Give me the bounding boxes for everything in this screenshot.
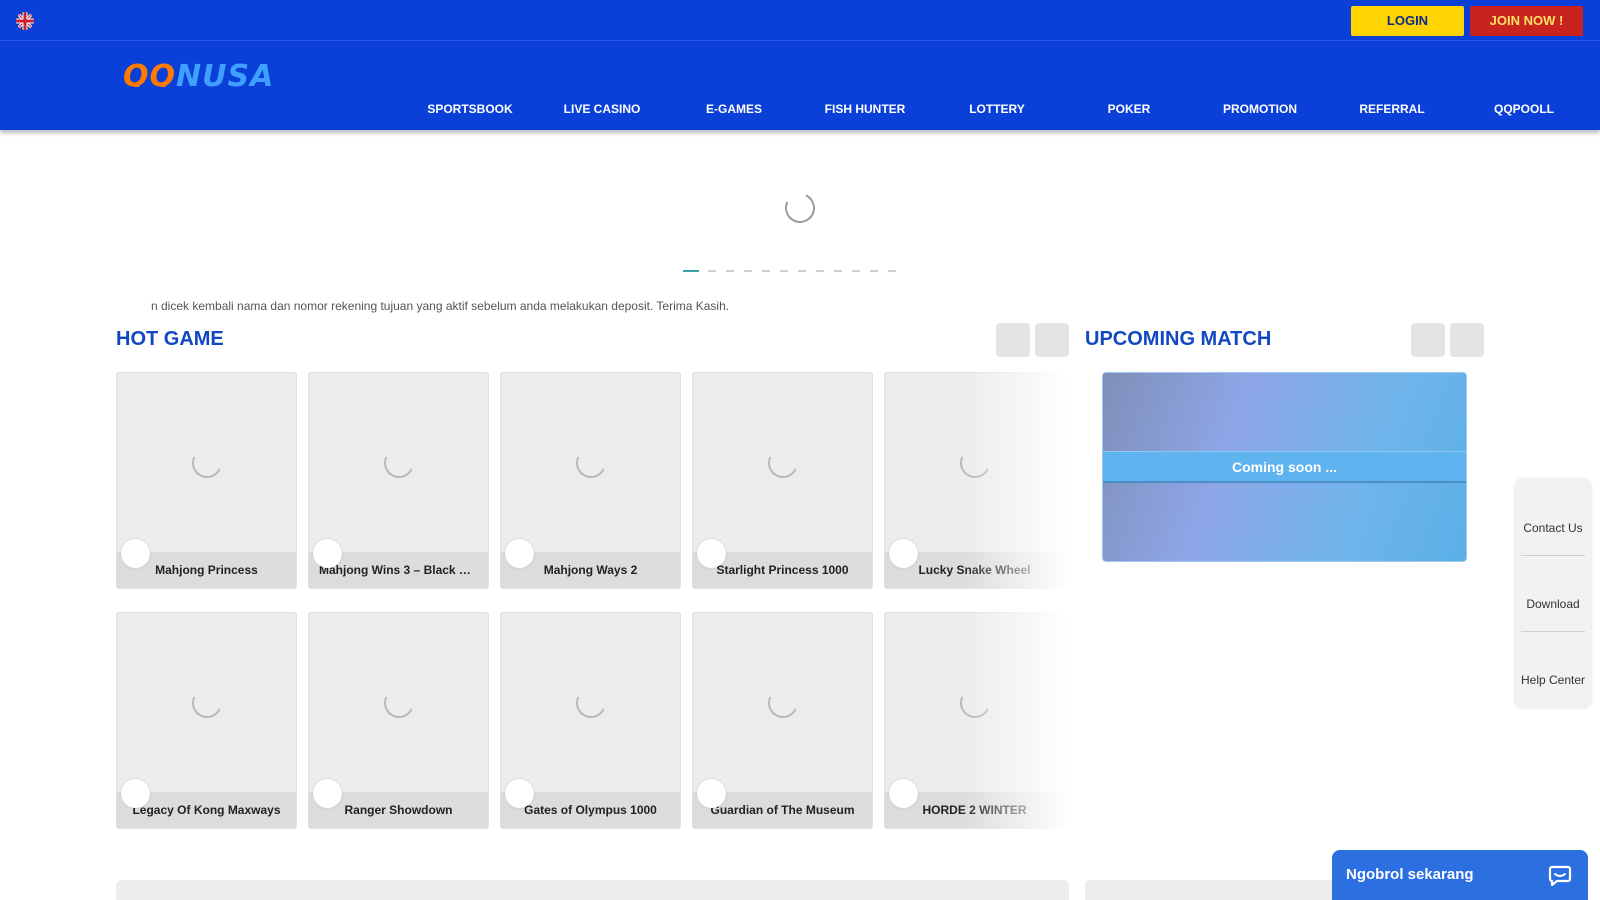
nav-item-qqpooll[interactable]: QQPOOLL xyxy=(1458,102,1590,116)
chat-label: Ngobrol sekarang xyxy=(1346,866,1474,883)
game-card[interactable]: Mahjong Wins 3 – Black Scatter xyxy=(308,372,489,589)
side-item-download[interactable]: Download xyxy=(1515,555,1591,631)
game-card[interactable]: Legacy Of Kong Maxways xyxy=(116,612,297,829)
loading-spinner xyxy=(955,443,995,483)
hot-game-prev-button[interactable] xyxy=(996,323,1030,357)
hot-game-next-button[interactable] xyxy=(1035,323,1069,357)
banner-loading-spinner xyxy=(780,188,820,228)
banner-dot[interactable] xyxy=(762,270,770,272)
upcoming-match-title: UPCOMING MATCH xyxy=(1085,328,1272,350)
banner-dot[interactable] xyxy=(683,270,699,272)
upcoming-match-next-button[interactable] xyxy=(1450,323,1484,357)
provider-badge xyxy=(505,779,534,808)
loading-spinner xyxy=(763,443,803,483)
logo-text-nusa: NUSA xyxy=(176,63,275,87)
loading-spinner xyxy=(955,683,995,723)
provider-badge xyxy=(121,779,150,808)
login-button[interactable]: LOGIN xyxy=(1351,6,1464,36)
banner-dot[interactable] xyxy=(888,270,896,272)
loading-spinner xyxy=(571,443,611,483)
top-bar: LOGIN JOIN NOW ! xyxy=(0,0,1600,41)
side-item-label: Download xyxy=(1526,597,1580,611)
game-card[interactable]: Mahjong Ways 2 xyxy=(500,372,681,589)
announcement-marquee: n dicek kembali nama dan nomor rekening … xyxy=(151,299,730,313)
loading-spinner xyxy=(379,443,419,483)
site-logo[interactable]: QQNUSA xyxy=(123,63,295,87)
nav-item-live-casino[interactable]: LIVE CASINO xyxy=(536,102,668,116)
nav-item-poker[interactable]: POKER xyxy=(1063,102,1195,116)
live-chat-widget[interactable]: Ngobrol sekarang xyxy=(1332,850,1588,900)
coming-soon-text: Coming soon ... xyxy=(1103,451,1466,483)
game-card[interactable]: Mahjong Princess xyxy=(116,372,297,589)
provider-badge xyxy=(505,539,534,568)
nav-item-fish-hunter[interactable]: FISH HUNTER xyxy=(799,102,931,116)
banner-dot[interactable] xyxy=(816,270,824,272)
join-now-button[interactable]: JOIN NOW ! xyxy=(1470,6,1583,36)
banner-dot[interactable] xyxy=(744,270,752,272)
uk-flag-icon[interactable] xyxy=(16,12,34,30)
chat-bubble-icon xyxy=(1548,863,1572,887)
game-card[interactable]: Starlight Princess 1000 xyxy=(692,372,873,589)
game-card[interactable]: Gates of Olympus 1000 xyxy=(500,612,681,829)
banner-dot[interactable] xyxy=(852,270,860,272)
game-card[interactable]: Lucky Snake Wheel xyxy=(884,372,1065,589)
logo-text-qq: QQ xyxy=(123,63,177,87)
provider-badge xyxy=(121,539,150,568)
provider-badge xyxy=(697,779,726,808)
provider-badge xyxy=(889,779,918,808)
side-item-label: Contact Us xyxy=(1523,521,1583,535)
banner-dot[interactable] xyxy=(834,270,842,272)
loading-spinner xyxy=(379,683,419,723)
bottom-section-left xyxy=(116,880,1069,900)
nav-item-promotion[interactable]: PROMOTION xyxy=(1194,102,1326,116)
banner-dot[interactable] xyxy=(726,270,734,272)
loading-spinner xyxy=(187,443,227,483)
banner-dot[interactable] xyxy=(798,270,806,272)
banner-dot[interactable] xyxy=(708,270,716,272)
side-item-help-center[interactable]: Help Center xyxy=(1515,631,1591,707)
game-card[interactable]: Ranger Showdown xyxy=(308,612,489,829)
upcoming-match-card[interactable]: Coming soon ... xyxy=(1102,372,1467,562)
side-item-label: Help Center xyxy=(1520,673,1586,687)
nav-item-e-games[interactable]: E-GAMES xyxy=(668,102,800,116)
loading-spinner xyxy=(187,683,227,723)
main-navbar: QQNUSA SPORTSBOOK LIVE CASINO E-GAMES FI… xyxy=(0,41,1600,130)
hot-game-title: HOT GAME xyxy=(116,328,224,350)
side-panel: Contact Us Download Help Center xyxy=(1515,479,1591,708)
banner-dot[interactable] xyxy=(780,270,788,272)
game-card[interactable]: Guardian of The Museum xyxy=(692,612,873,829)
game-card[interactable]: HORDE 2 WINTER xyxy=(884,612,1065,829)
nav-item-sportsbook[interactable]: SPORTSBOOK xyxy=(404,102,536,116)
side-item-contact-us[interactable]: Contact Us xyxy=(1515,479,1591,555)
provider-badge xyxy=(313,779,342,808)
banner-dot[interactable] xyxy=(870,270,878,272)
nav-item-referral[interactable]: REFERRAL xyxy=(1326,102,1458,116)
bottom-section-right xyxy=(1085,880,1345,900)
nav-item-lottery[interactable]: LOTTERY xyxy=(931,102,1063,116)
upcoming-match-prev-button[interactable] xyxy=(1411,323,1445,357)
loading-spinner xyxy=(571,683,611,723)
provider-badge xyxy=(697,539,726,568)
provider-badge xyxy=(889,539,918,568)
provider-badge xyxy=(313,539,342,568)
loading-spinner xyxy=(763,683,803,723)
